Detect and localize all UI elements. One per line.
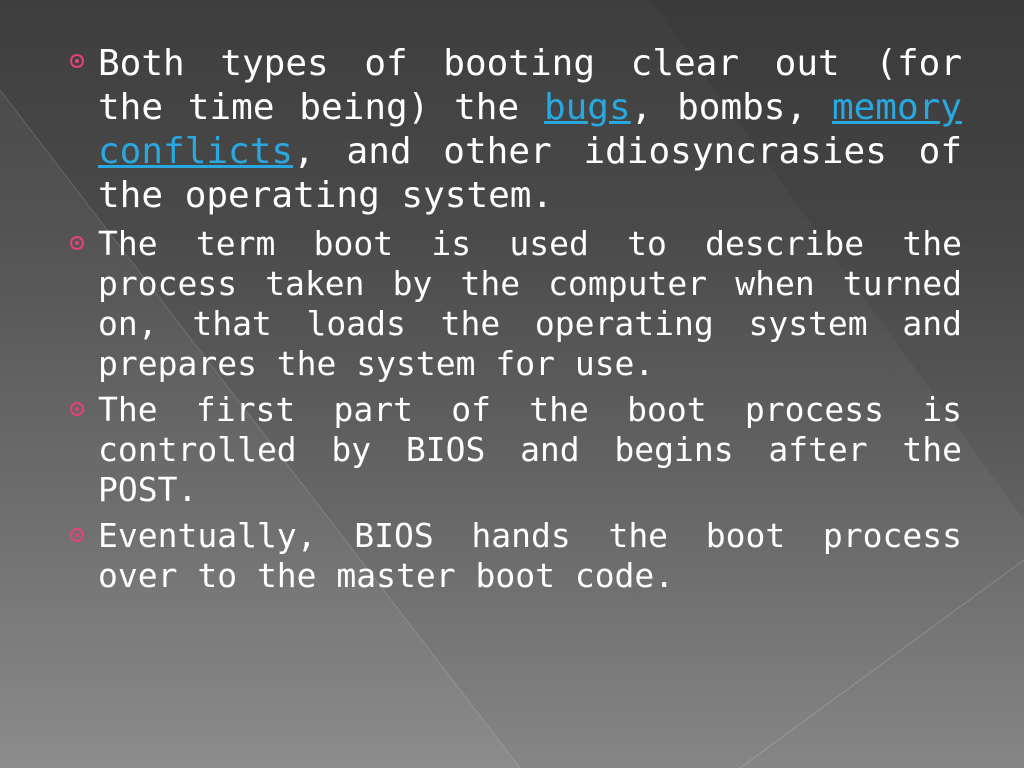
bullet-text: The term boot is used to describe the pr… xyxy=(98,224,962,383)
bullet-text: Both types of booting clear out (for the… xyxy=(98,43,962,216)
slide-body: Both types of booting clear out (for the… xyxy=(70,42,962,596)
link-conflicts[interactable]: conflicts xyxy=(98,131,293,172)
bullet-item: Eventually, BIOS hands the boot process … xyxy=(70,516,962,596)
bullet-item: The first part of the boot process is co… xyxy=(70,390,962,510)
bullet-icon xyxy=(70,236,98,250)
link-bugs[interactable]: bugs xyxy=(544,87,631,128)
bullet-item: Both types of booting clear out (for the… xyxy=(70,42,962,218)
bullet-icon xyxy=(70,528,98,542)
bullet-icon xyxy=(70,54,98,68)
bullet-text: Eventually, BIOS hands the boot process … xyxy=(98,516,962,595)
bullet-item: The term boot is used to describe the pr… xyxy=(70,224,962,384)
link-memory[interactable]: memory xyxy=(832,87,962,128)
bullet-text: The first part of the boot process is co… xyxy=(98,390,962,509)
bullet-icon xyxy=(70,402,98,416)
